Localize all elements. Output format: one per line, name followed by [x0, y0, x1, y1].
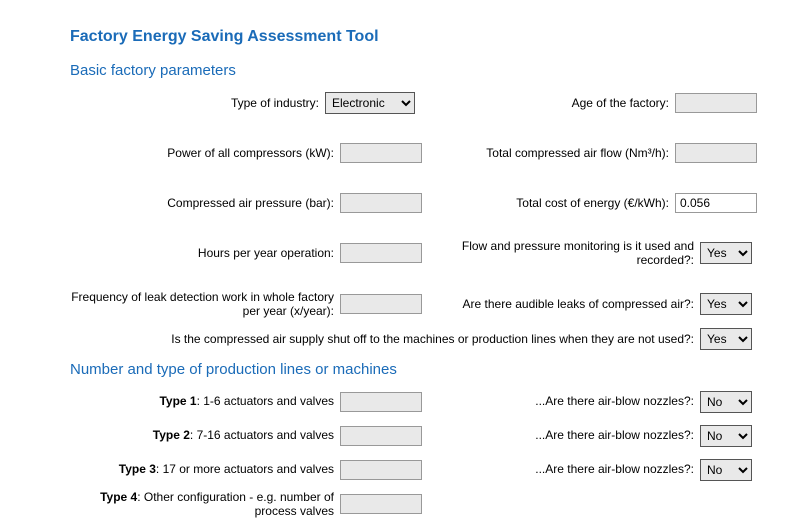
label-type-1: Type 1: 1-6 actuators and valves — [70, 394, 340, 409]
select-audible-leaks[interactable]: Yes No — [700, 293, 752, 315]
input-type-3[interactable] — [340, 460, 422, 480]
label-cost-energy: Total cost of energy (€/kWh): — [425, 196, 675, 211]
input-leak-freq[interactable] — [340, 294, 422, 314]
input-age-factory[interactable] — [675, 93, 757, 113]
label-type-industry: Type of industry: — [70, 96, 325, 111]
label-hours-year: Hours per year operation: — [70, 246, 340, 261]
select-airblow-2[interactable]: No Yes — [700, 425, 752, 447]
input-type-1[interactable] — [340, 392, 422, 412]
input-cost-energy[interactable] — [675, 193, 757, 213]
select-shutoff[interactable]: Yes No — [700, 328, 752, 350]
select-airblow-1[interactable]: No Yes — [700, 391, 752, 413]
label-age-factory: Age of the factory: — [425, 96, 675, 111]
label-airblow-3: ...Are there air-blow nozzles?: — [425, 462, 700, 477]
input-hours-year[interactable] — [340, 243, 422, 263]
label-type-2: Type 2: 7-16 actuators and valves — [70, 428, 340, 443]
label-type-3: Type 3: 17 or more actuators and valves — [70, 462, 340, 477]
select-flow-monitoring[interactable]: Yes No — [700, 242, 752, 264]
label-air-pressure: Compressed air pressure (bar): — [70, 196, 340, 211]
input-type-4[interactable] — [340, 494, 422, 514]
basic-params-form: Type of industry: Electronic Age of the … — [70, 89, 760, 353]
label-type-4: Type 4: Other configuration - e.g. numbe… — [70, 490, 340, 519]
input-power-compressors[interactable] — [340, 143, 422, 163]
label-audible-leaks: Are there audible leaks of compressed ai… — [425, 297, 700, 312]
section-basic-heading: Basic factory parameters — [70, 62, 760, 79]
label-airblow-1: ...Are there air-blow nozzles?: — [425, 394, 700, 409]
prod-lines-form: Type 1: 1-6 actuators and valves ...Are … — [70, 388, 760, 519]
label-airblow-2: ...Are there air-blow nozzles?: — [425, 428, 700, 443]
select-airblow-3[interactable]: No Yes — [700, 459, 752, 481]
label-total-air-flow: Total compressed air flow (Nm³/h): — [425, 146, 675, 161]
input-air-pressure[interactable] — [340, 193, 422, 213]
label-leak-freq: Frequency of leak detection work in whol… — [70, 290, 340, 319]
select-type-industry[interactable]: Electronic — [325, 92, 415, 114]
label-power-compressors: Power of all compressors (kW): — [70, 146, 340, 161]
input-total-air-flow[interactable] — [675, 143, 757, 163]
page-title: Factory Energy Saving Assessment Tool — [70, 28, 760, 46]
label-flow-monitoring: Flow and pressure monitoring is it used … — [425, 239, 700, 268]
label-shutoff: Is the compressed air supply shut off to… — [70, 332, 700, 346]
section-prod-heading: Number and type of production lines or m… — [70, 361, 760, 378]
input-type-2[interactable] — [340, 426, 422, 446]
